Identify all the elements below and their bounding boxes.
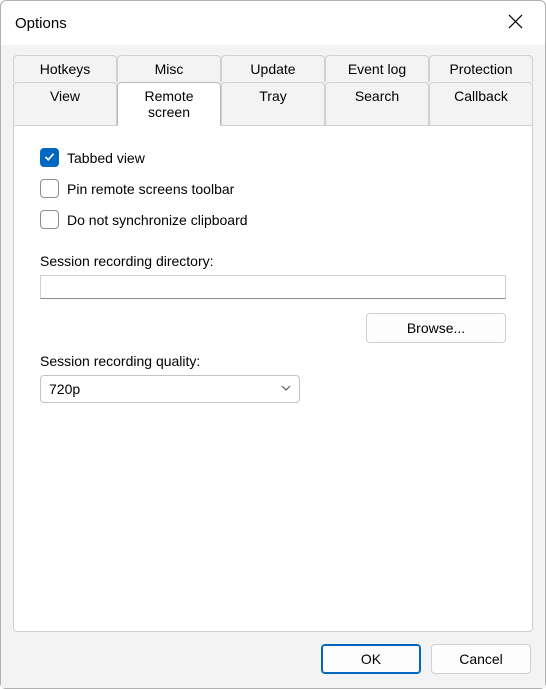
tab-search[interactable]: Search — [325, 82, 429, 126]
recording-quality-select[interactable]: 720p — [40, 375, 300, 403]
browse-button[interactable]: Browse... — [366, 313, 506, 343]
checkbox-box — [40, 210, 59, 229]
no-sync-clipboard-checkbox[interactable]: Do not synchronize clipboard — [40, 210, 506, 229]
close-button[interactable] — [495, 6, 535, 40]
tab-hotkeys[interactable]: Hotkeys — [13, 55, 117, 82]
options-dialog: Options Hotkeys Misc Update Event log Pr… — [0, 0, 546, 689]
tab-view[interactable]: View — [13, 82, 117, 126]
titlebar: Options — [1, 1, 545, 45]
pin-toolbar-checkbox[interactable]: Pin remote screens toolbar — [40, 179, 506, 198]
cancel-button[interactable]: Cancel — [431, 644, 531, 674]
checkmark-icon — [43, 150, 56, 166]
checkbox-label: Tabbed view — [67, 150, 145, 166]
tab-misc[interactable]: Misc — [117, 55, 221, 82]
tab-strip: Hotkeys Misc Update Event log Protection… — [13, 55, 533, 126]
tab-update[interactable]: Update — [221, 55, 325, 82]
checkbox-box — [40, 148, 59, 167]
dialog-footer: OK Cancel — [13, 632, 533, 676]
window-title: Options — [15, 15, 67, 32]
ok-button[interactable]: OK — [321, 644, 421, 674]
remote-screen-panel: Tabbed view Pin remote screens toolbar D… — [13, 125, 533, 632]
client-area: Hotkeys Misc Update Event log Protection… — [1, 45, 545, 688]
checkbox-label: Pin remote screens toolbar — [67, 181, 234, 197]
checkbox-box — [40, 179, 59, 198]
tab-callback[interactable]: Callback — [429, 82, 533, 126]
tab-event-log[interactable]: Event log — [325, 55, 429, 82]
tab-protection[interactable]: Protection — [429, 55, 533, 82]
tab-remote-screen[interactable]: Remote screen — [117, 82, 221, 126]
tabbed-view-checkbox[interactable]: Tabbed view — [40, 148, 506, 167]
tab-tray[interactable]: Tray — [221, 82, 325, 126]
close-icon — [508, 14, 523, 32]
checkbox-label: Do not synchronize clipboard — [67, 212, 248, 228]
recording-dir-label: Session recording directory: — [40, 253, 506, 269]
recording-dir-input[interactable] — [40, 275, 506, 299]
recording-quality-label: Session recording quality: — [40, 353, 506, 369]
